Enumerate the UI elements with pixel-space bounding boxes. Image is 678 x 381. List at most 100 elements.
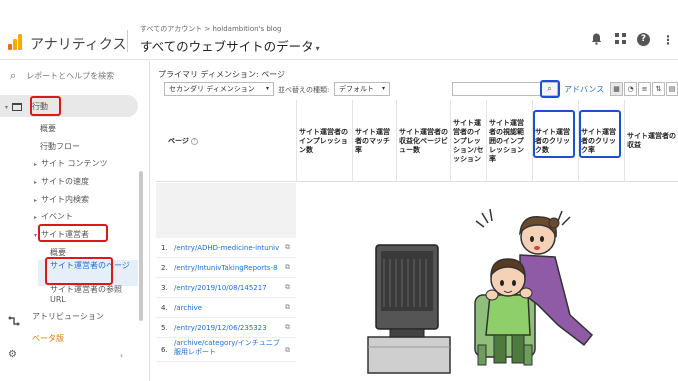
apps-grid-icon[interactable]	[612, 33, 628, 47]
column-header-label: ページ	[168, 136, 189, 145]
column-header-monetized-pageviews[interactable]: サイト運営者の収益化ページビュー数	[396, 100, 450, 182]
column-header-viewable-impression-rate[interactable]: サイト運営者の視認範囲のインプレッション率	[486, 100, 532, 182]
view-selector[interactable]: すべてのウェブサイトのデータ ▾	[140, 36, 320, 55]
sidebar-item-site-speed[interactable]: ▸ サイトの速度	[34, 176, 89, 187]
info-icon[interactable]: ?	[190, 137, 198, 145]
more-vert-icon[interactable]: ⋮	[660, 33, 676, 47]
page-link[interactable]: /archive	[174, 304, 282, 312]
row-number: 3.	[161, 284, 168, 292]
red-highlight-publisher	[38, 224, 108, 242]
select-label: デフォルト	[339, 85, 374, 93]
sidebar-scrollbar[interactable]	[139, 171, 143, 321]
chevron-down-icon: ▾	[265, 85, 269, 92]
sidebar-item-overview[interactable]: 概要	[40, 123, 56, 134]
open-page-icon[interactable]: ⧉	[285, 323, 290, 332]
open-page-icon[interactable]: ⧉	[285, 243, 290, 252]
sidebar-item-attribution[interactable]: アトリビューション	[32, 311, 107, 322]
expand-arrow-icon: ▾	[34, 232, 38, 239]
column-header-label: サイト運営者の収益化ページビュー数	[399, 127, 448, 154]
top-header: アナリティクス すべてのアカウント > holdambition's blog …	[0, 0, 678, 60]
column-header-match-rate[interactable]: サイト運営者のマッチ率	[352, 100, 396, 182]
table-row[interactable]: 3. /entry/2019/10/08/145217 ⧉	[156, 278, 296, 298]
gear-icon[interactable]: ⚙	[8, 349, 17, 360]
column-header-impressions[interactable]: サイト運営者のインプレッション数	[296, 100, 352, 182]
page-link[interactable]: /entry/2019/10/08/145217	[174, 284, 282, 292]
header-divider	[127, 30, 128, 52]
row-number: 1.	[161, 244, 168, 252]
red-highlight-behavior	[30, 96, 61, 116]
totals-row	[156, 183, 296, 238]
sidebar-item-pub-referrals[interactable]: サイト運営者の参照 URL	[50, 285, 138, 305]
column-header-label: サイト運営者のインプレッション数	[299, 127, 348, 154]
app-name[interactable]: アナリティクス	[30, 34, 126, 54]
search-placeholder: レポートとヘルプを検索	[26, 71, 115, 81]
secondary-dimension-select[interactable]: セカンダリ ディメンション ▾	[164, 82, 274, 96]
red-highlight-pub-pages	[45, 257, 113, 285]
chevron-down-icon: ▾	[381, 85, 385, 92]
open-page-icon[interactable]: ⧉	[285, 283, 290, 292]
table-view-icon[interactable]: ▦	[610, 82, 623, 96]
help-icon[interactable]: ?	[637, 33, 653, 46]
expand-arrow-icon: ▸	[34, 214, 38, 221]
expand-arrow-icon: ▸	[34, 179, 38, 186]
expand-arrow-icon: ▾	[5, 104, 9, 111]
sidebar-item-label: サイト内検索	[41, 195, 90, 204]
account-breadcrumb[interactable]: すべてのアカウント > holdambition's blog	[140, 24, 281, 34]
page-link[interactable]: /entry/IntunivTakingReports-8	[174, 264, 282, 272]
bell-icon[interactable]	[588, 33, 604, 48]
open-page-icon[interactable]: ⧉	[285, 263, 290, 272]
analytics-logo-icon[interactable]	[8, 34, 22, 50]
sidebar-item-site-search[interactable]: ▸ サイト内検索	[34, 194, 89, 205]
table-row[interactable]: 4. /archive ⧉	[156, 298, 296, 318]
sidebar-item-behavior-flow[interactable]: 行動フロー	[40, 141, 80, 152]
blue-highlight-ctr	[579, 110, 621, 158]
tv-watching-illustration	[367, 208, 594, 374]
page-link[interactable]: /entry/ADHD-medicine-intuniv	[174, 244, 282, 252]
tv-stand	[367, 336, 451, 374]
open-page-icon[interactable]: ⧉	[285, 303, 290, 312]
expand-arrow-icon: ▸	[34, 197, 38, 204]
sidebar: ⌕ レポートとヘルプを検索 ▾ 行動 概要 行動フロー ▸ サイト コンテンツ ▸ サイ…	[0, 61, 150, 381]
column-header-page[interactable]: ページ?	[156, 100, 296, 182]
sidebar-item-label: サイト コンテンツ	[41, 159, 108, 168]
table-row[interactable]: 2. /entry/IntunivTakingReports-8 ⧉	[156, 258, 296, 278]
page-link[interactable]: /entry/2019/12/06/235323	[174, 324, 282, 332]
collapse-sidebar-icon[interactable]: ‹	[120, 351, 123, 360]
search-icon: ⌕	[10, 69, 17, 82]
row-number: 2.	[161, 264, 168, 272]
attribution-icon[interactable]	[8, 315, 20, 329]
row-number: 5.	[161, 324, 168, 332]
advanced-filter-link[interactable]: アドバンス	[564, 84, 604, 95]
table-row[interactable]: 6. /archive/category/インチュニブ服用レポート ⧉	[156, 338, 296, 362]
view-title: すべてのウェブサイトのデータ	[140, 39, 314, 54]
blue-highlight-clicks	[533, 110, 575, 158]
column-header-impressions-per-session[interactable]: サイト運営者のインプレッション/セッション	[450, 100, 486, 182]
table-search-input[interactable]	[452, 82, 542, 96]
sidebar-item-label: イベント	[41, 212, 74, 221]
performance-view-icon[interactable]: ≡	[638, 82, 651, 96]
comparison-view-icon[interactable]: ⇅	[652, 82, 665, 96]
primary-dimension-label: プライマリ ディメンション: ページ	[158, 70, 286, 79]
sort-type-label: 並べ替えの種類:	[278, 86, 330, 94]
pie-view-icon[interactable]: ◔	[624, 82, 637, 96]
table-row[interactable]: 1. /entry/ADHD-medicine-intuniv ⧉	[156, 238, 296, 258]
open-page-icon[interactable]: ⧉	[285, 346, 290, 355]
row-number: 4.	[161, 304, 168, 312]
select-label: セカンダリ ディメンション	[169, 85, 255, 93]
sidebar-item-events[interactable]: ▸ イベント	[34, 211, 73, 222]
chevron-down-icon: ▾	[315, 44, 320, 53]
sidebar-item-label: サイトの速度	[41, 177, 90, 186]
sort-type-select[interactable]: デフォルト ▾	[334, 82, 390, 96]
page-link[interactable]: /archive/category/インチュニブ服用レポート	[174, 339, 282, 357]
table-row[interactable]: 5. /entry/2019/12/06/235323 ⧉	[156, 318, 296, 338]
sidebar-item-site-content[interactable]: ▸ サイト コンテンツ	[34, 158, 108, 169]
column-header-label: サイト運営者のインプレッション/セッション	[453, 118, 484, 163]
expand-arrow-icon: ▸	[34, 161, 38, 168]
row-number: 6.	[161, 346, 168, 354]
column-header-label: サイト運営者の視認範囲のインプレッション率	[489, 118, 524, 163]
sidebar-search[interactable]: ⌕ レポートとヘルプを検索	[10, 69, 114, 83]
column-header-revenue[interactable]: サイト運営者の収益	[624, 100, 678, 182]
pivot-view-icon[interactable]: ▤	[666, 82, 678, 96]
column-header-label: サイト運営者の収益	[627, 132, 676, 149]
child-figure	[485, 294, 531, 336]
